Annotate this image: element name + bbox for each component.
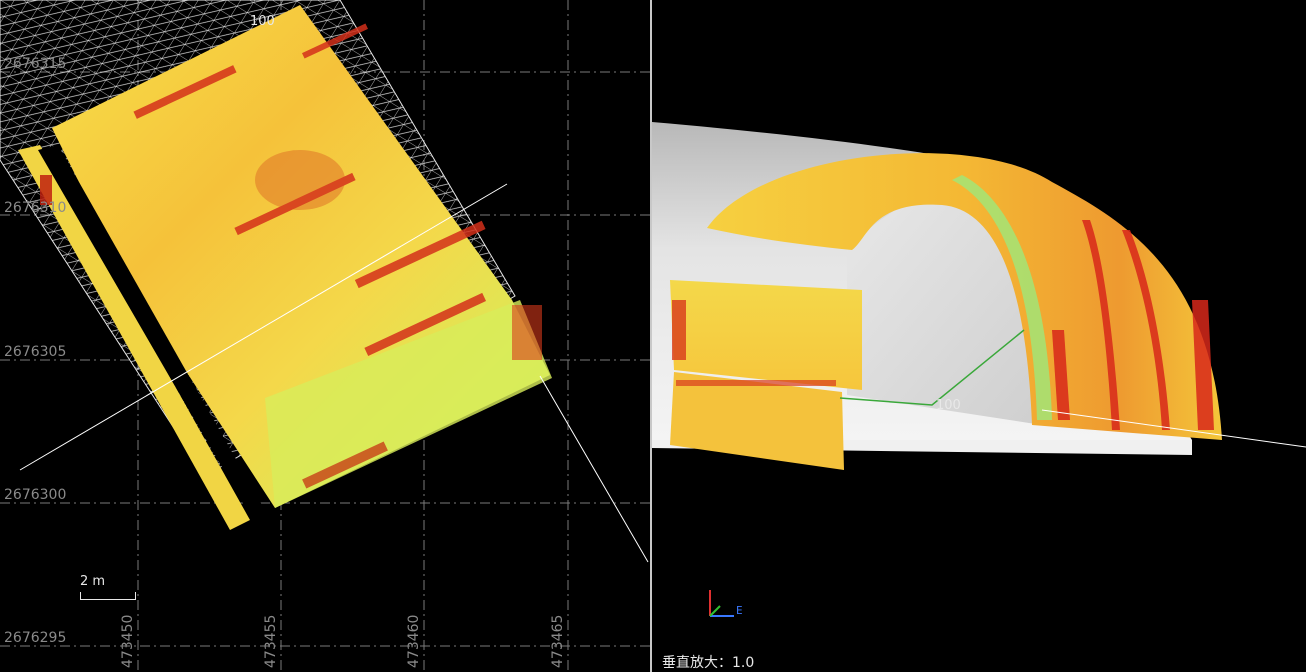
y-tick-label: 2676295 bbox=[4, 630, 67, 646]
x-tick-label: 473455 bbox=[263, 614, 279, 668]
perspective-view-panel[interactable]: 100 E 垂直放大：1.0 bbox=[652, 0, 1306, 672]
scan-panel-lower-red bbox=[676, 380, 836, 386]
vertical-exaggeration-value: 1.0 bbox=[732, 655, 755, 671]
x-tick-label: 473465 bbox=[550, 614, 566, 668]
y-tick-label: 2676305 bbox=[4, 344, 67, 360]
x-tick-label: 473460 bbox=[406, 614, 422, 668]
y-tick-label: 2676315 bbox=[4, 56, 67, 72]
plan-view-canvas[interactable] bbox=[0, 0, 650, 672]
vertical-exaggeration-label: 垂直放大： bbox=[662, 655, 732, 671]
x-tick-label: 473450 bbox=[120, 614, 136, 668]
alignment-line-tail bbox=[539, 375, 649, 563]
scale-bar bbox=[80, 592, 136, 600]
scale-bar-label: 2 m bbox=[80, 574, 106, 589]
orientation-axes-widget: E bbox=[696, 586, 746, 626]
vertical-exaggeration-readout: 垂直放大：1.0 bbox=[662, 652, 754, 672]
plan-view-panel[interactable]: 2676315 2676310 2676305 2676300 2676295 … bbox=[0, 0, 650, 672]
y-tick-label: 2676300 bbox=[4, 487, 67, 503]
y-tick-label: 2676310 bbox=[4, 200, 67, 216]
station-marker[interactable]: 100 bbox=[250, 14, 275, 29]
axis-east-label: E bbox=[736, 604, 743, 617]
perspective-view-canvas[interactable] bbox=[652, 0, 1306, 672]
scan-panel-upper-red bbox=[672, 300, 686, 360]
station-marker[interactable]: 100 bbox=[936, 398, 961, 413]
